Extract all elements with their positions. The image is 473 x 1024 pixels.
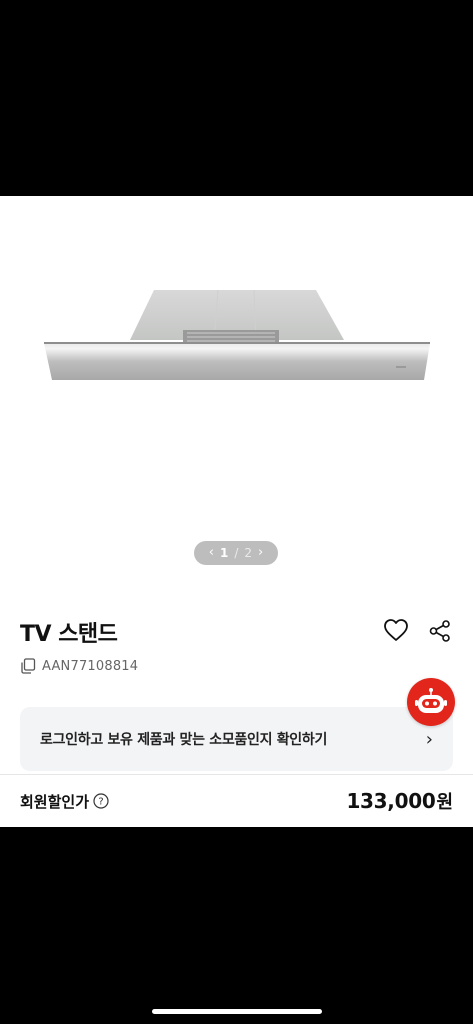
member-price-label: 회원할인가 xyxy=(20,792,90,811)
product-title: TV 스탠드 xyxy=(20,622,118,647)
price-currency: 원 xyxy=(436,792,453,813)
robot-icon xyxy=(415,688,447,713)
copy-icon[interactable] xyxy=(20,658,36,674)
chevron-right-icon: › xyxy=(425,728,433,750)
image-pager: ‹ 1 / 2 › xyxy=(194,541,278,565)
divider xyxy=(0,774,473,775)
price-row: 회원할인가 ? 133,000 원 xyxy=(20,786,453,816)
login-check-banner[interactable]: 로그인하고 보유 제품과 맞는 소모품인지 확인하기 › xyxy=(20,707,453,771)
chevron-left-icon[interactable]: ‹ xyxy=(209,541,214,565)
share-icon[interactable] xyxy=(429,620,451,642)
price-value-group: 133,000 원 xyxy=(346,788,453,814)
chevron-right-icon[interactable]: › xyxy=(258,541,263,565)
price-label-group: 회원할인가 ? xyxy=(20,791,109,812)
sku-row: AAN77108814 xyxy=(20,658,138,674)
product-image-gallery[interactable]: ‹ 1 / 2 › xyxy=(0,196,473,576)
heart-icon[interactable] xyxy=(383,618,409,642)
svg-text:?: ? xyxy=(98,797,103,808)
chatbot-button[interactable] xyxy=(407,678,455,726)
price-amount: 133,000 xyxy=(346,789,436,813)
product-detail-sheet: ‹ 1 / 2 › TV 스탠드 AAN77108814 로그인하고 보유 제품… xyxy=(0,196,473,827)
pager-current: 1 xyxy=(219,546,229,560)
home-indicator[interactable] xyxy=(152,1009,322,1014)
pager-total: 2 xyxy=(244,546,253,560)
sku-code: AAN77108814 xyxy=(42,658,139,674)
bottom-black-area xyxy=(0,827,473,1024)
product-image xyxy=(44,289,430,380)
pager-separator: / xyxy=(234,546,239,560)
login-check-text: 로그인하고 보유 제품과 맞는 소모품인지 확인하기 xyxy=(40,732,328,748)
status-bar-area xyxy=(0,0,473,196)
help-icon[interactable]: ? xyxy=(93,793,109,809)
